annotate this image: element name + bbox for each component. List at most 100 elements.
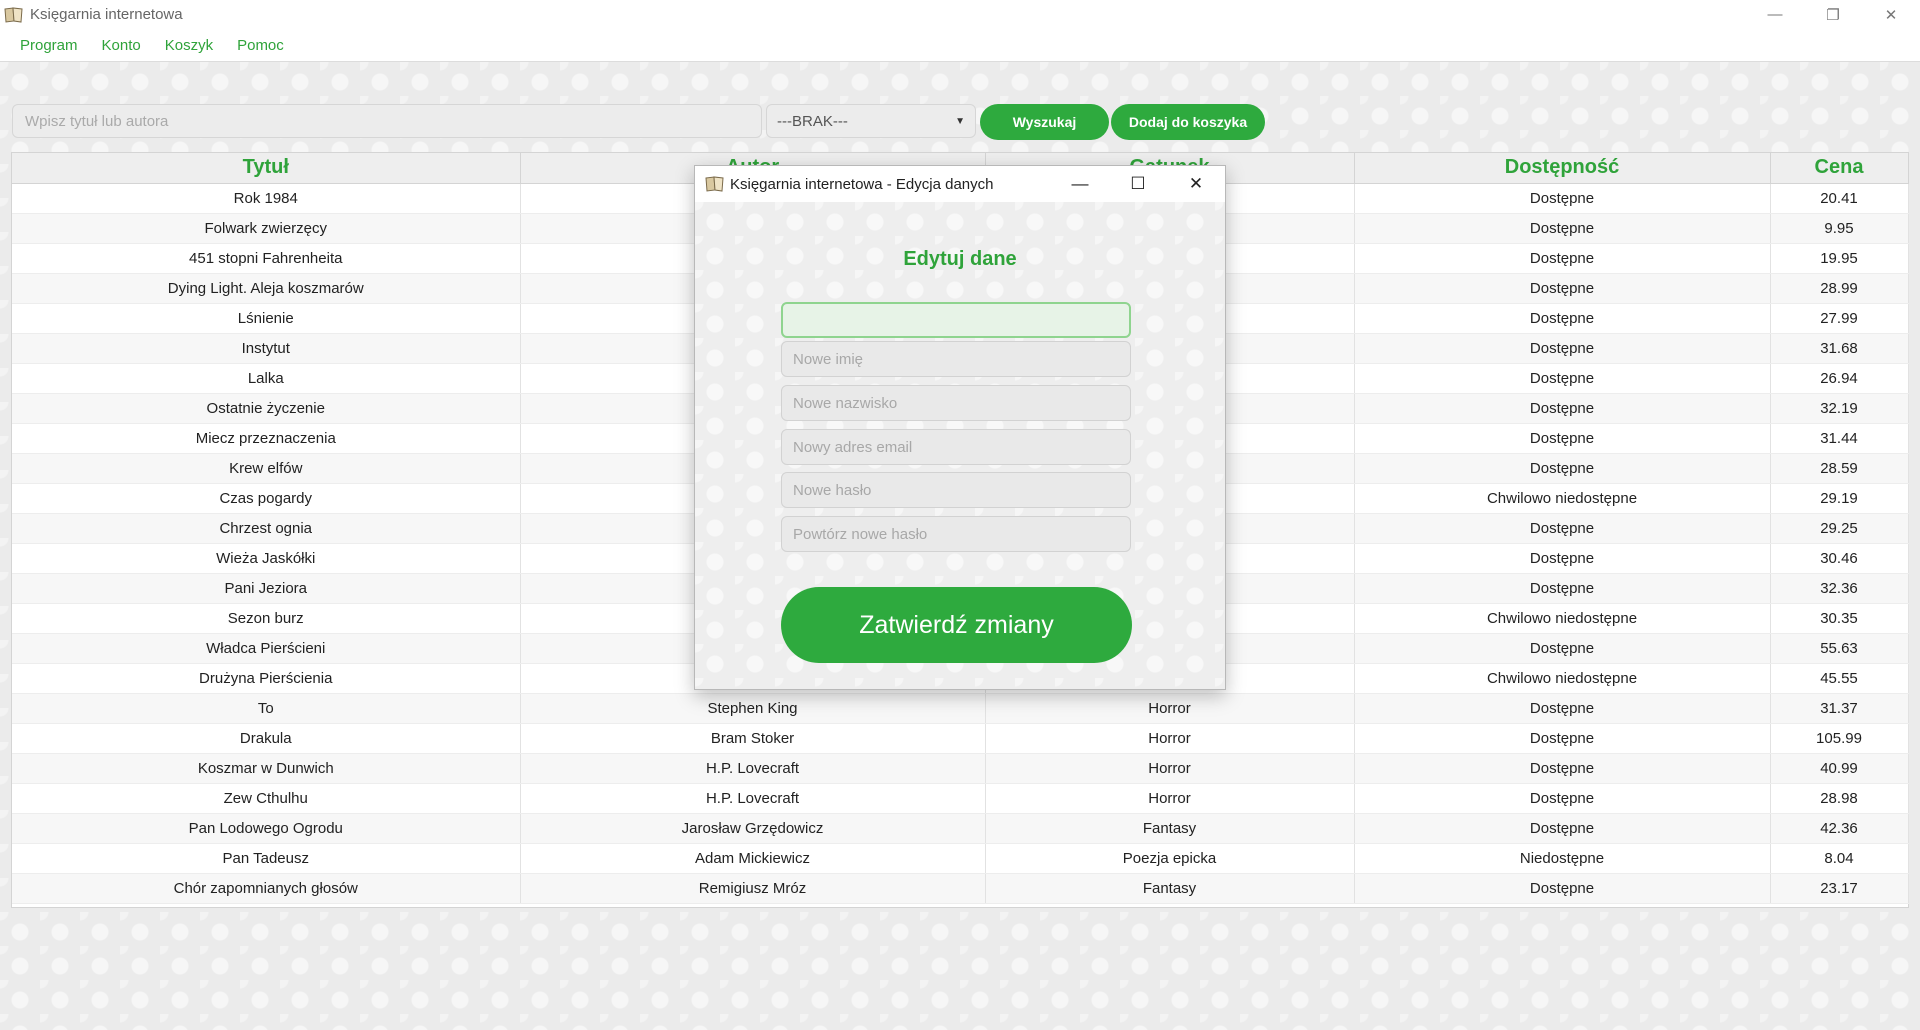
table-row[interactable]: Drakula Bram Stoker Horror Dostępne 105.99 (12, 723, 1909, 754)
search-input[interactable] (12, 104, 762, 138)
cell-title: Chór zapomnianych głosów (12, 873, 521, 904)
cell-genre: Horror (985, 723, 1355, 754)
menu-bar: Program Konto Koszyk Pomoc (0, 29, 1920, 62)
first-name-field[interactable] (781, 341, 1131, 377)
category-select-value: ---BRAK--- (777, 112, 848, 130)
app-titlebar: Księgarnia internetowa — ❐ ✕ (0, 0, 1920, 29)
cell-title: To (12, 693, 521, 724)
minimize-icon[interactable]: — (1051, 166, 1109, 202)
cell-author: H.P. Lovecraft (520, 783, 986, 814)
cell-title: Władca Pierścieni (12, 633, 521, 664)
cell-price: 8.04 (1770, 843, 1909, 874)
column-header-title[interactable]: Tytuł (12, 153, 521, 184)
table-row[interactable]: Chór zapomnianych głosów Remigiusz Mróz Fa… (12, 873, 1909, 904)
cell-availability: Dostępne (1354, 513, 1771, 544)
cell-genre: Horror (985, 783, 1355, 814)
cell-availability: Dostępne (1354, 633, 1771, 664)
book-icon (4, 6, 23, 23)
cell-price: 29.25 (1770, 513, 1909, 544)
cell-availability: Dostępne (1354, 423, 1771, 454)
cell-price: 20.41 (1770, 183, 1909, 214)
cell-title: Pani Jeziora (12, 573, 521, 604)
close-icon[interactable]: ✕ (1862, 0, 1920, 29)
cell-price: 9.95 (1770, 213, 1909, 244)
menu-program[interactable]: Program (20, 37, 78, 54)
repeat-password-field[interactable] (781, 516, 1131, 552)
cell-price: 28.98 (1770, 783, 1909, 814)
cell-title: Wieża Jaskółki (12, 543, 521, 574)
add-to-cart-button[interactable]: Dodaj do koszyka (1111, 104, 1265, 140)
cell-author: Bram Stoker (520, 723, 986, 754)
username-field[interactable] (781, 302, 1131, 338)
cell-price: 30.35 (1770, 603, 1909, 634)
submit-changes-button[interactable]: Zatwierdź zmiany (781, 587, 1132, 663)
minimize-icon[interactable]: — (1746, 0, 1804, 29)
menu-koszyk[interactable]: Koszyk (165, 37, 213, 54)
cell-genre: Horror (985, 693, 1355, 724)
table-row[interactable]: Pan Tadeusz Adam Mickiewicz Poezja epicka N… (12, 843, 1909, 874)
table-row[interactable]: Zew Cthulhu H.P. Lovecraft Horror Dostępne 2… (12, 783, 1909, 814)
cell-title: Rok 1984 (12, 183, 521, 214)
window-controls: — ❐ ✕ (1746, 0, 1920, 29)
dialog-titlebar: Księgarnia internetowa - Edycja danych —… (695, 166, 1225, 202)
cell-availability: Niedostępne (1354, 843, 1771, 874)
cell-author: Jarosław Grzędowicz (520, 813, 986, 844)
cell-availability: Dostępne (1354, 543, 1771, 574)
search-button[interactable]: Wyszukaj (980, 104, 1109, 140)
menu-konto[interactable]: Konto (102, 37, 141, 54)
cell-availability: Dostępne (1354, 363, 1771, 394)
email-field[interactable] (781, 429, 1131, 465)
cell-title: Instytut (12, 333, 521, 364)
cell-price: 26.94 (1770, 363, 1909, 394)
cell-price: 32.36 (1770, 573, 1909, 604)
cell-price: 28.59 (1770, 453, 1909, 484)
restore-icon[interactable]: ❐ (1804, 0, 1862, 29)
cell-price: 28.99 (1770, 273, 1909, 304)
cell-price: 19.95 (1770, 243, 1909, 274)
cell-title: Koszmar w Dunwich (12, 753, 521, 784)
dialog-heading: Edytuj dane (903, 248, 1017, 270)
cell-availability: Dostępne (1354, 723, 1771, 754)
close-icon[interactable]: ✕ (1167, 166, 1225, 202)
cell-title: Zew Cthulhu (12, 783, 521, 814)
cell-price: 105.99 (1770, 723, 1909, 754)
cell-title: Czas pogardy (12, 483, 521, 514)
password-field[interactable] (781, 472, 1131, 508)
maximize-icon[interactable]: ☐ (1109, 166, 1167, 202)
cell-price: 29.19 (1770, 483, 1909, 514)
cell-price: 32.19 (1770, 393, 1909, 424)
table-row[interactable]: Pan Lodowego Ogrodu Jarosław Grzędowicz Fa… (12, 813, 1909, 844)
cell-availability: Dostępne (1354, 213, 1771, 244)
cell-availability: Dostępne (1354, 693, 1771, 724)
cell-title: Pan Tadeusz (12, 843, 521, 874)
category-select[interactable]: ---BRAK--- ▼ (766, 104, 976, 138)
dialog-body: Edytuj dane Zatwierdź zmiany (695, 202, 1225, 689)
cell-price: 40.99 (1770, 753, 1909, 784)
cell-availability: Dostępne (1354, 783, 1771, 814)
cell-availability: Dostępne (1354, 333, 1771, 364)
cell-price: 31.68 (1770, 333, 1909, 364)
cell-title: Folwark zwierzęcy (12, 213, 521, 244)
cell-price: 30.46 (1770, 543, 1909, 574)
cell-title: Dying Light. Aleja koszmarów (12, 273, 521, 304)
menu-pomoc[interactable]: Pomoc (237, 37, 284, 54)
cell-availability: Dostępne (1354, 573, 1771, 604)
cell-genre: Poezja epicka (985, 843, 1355, 874)
cell-availability: Chwilowo niedostępne (1354, 483, 1771, 514)
cell-author: Remigiusz Mróz (520, 873, 986, 904)
cell-availability: Dostępne (1354, 243, 1771, 274)
cell-title: Ostatnie życzenie (12, 393, 521, 424)
table-row[interactable]: Koszmar w Dunwich H.P. Lovecraft Horror Dos… (12, 753, 1909, 784)
last-name-field[interactable] (781, 385, 1131, 421)
cell-price: 42.36 (1770, 813, 1909, 844)
cell-title: Lśnienie (12, 303, 521, 334)
column-header-availability[interactable]: Dostępność (1354, 153, 1771, 184)
cell-price: 31.37 (1770, 693, 1909, 724)
table-row[interactable]: To Stephen King Horror Dostępne 31.37 (12, 693, 1909, 724)
cell-availability: Dostępne (1354, 453, 1771, 484)
cell-availability: Dostępne (1354, 303, 1771, 334)
cell-title: Miecz przeznaczenia (12, 423, 521, 454)
cell-price: 27.99 (1770, 303, 1909, 334)
edit-data-dialog: Księgarnia internetowa - Edycja danych —… (694, 165, 1226, 690)
column-header-price[interactable]: Cena (1770, 153, 1909, 184)
